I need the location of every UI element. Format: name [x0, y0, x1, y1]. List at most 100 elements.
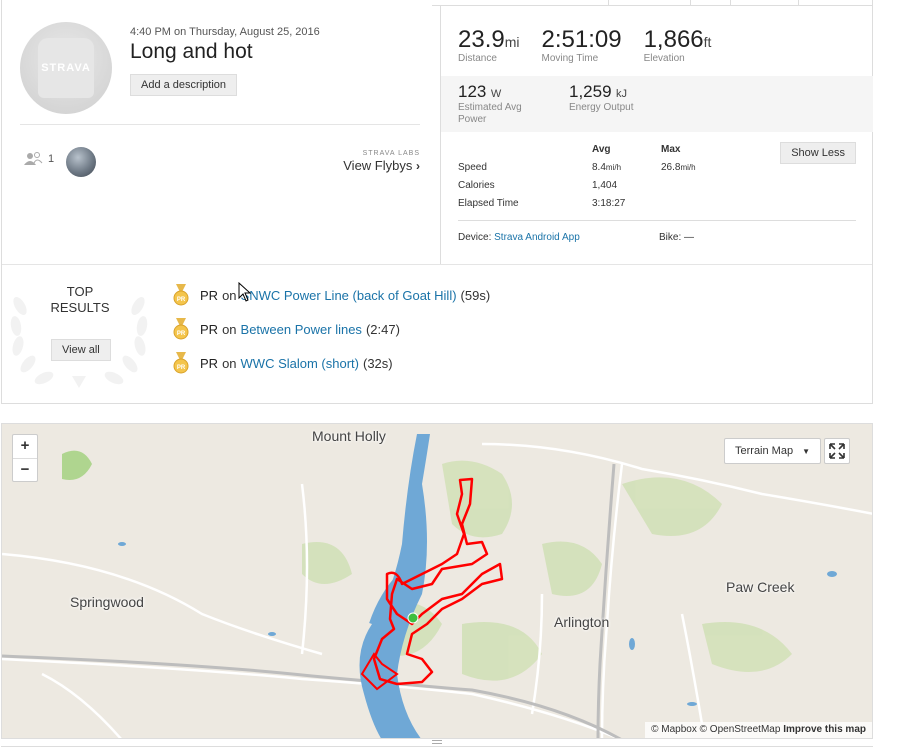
segment-time: (2:47): [365, 321, 400, 337]
row-max-unit: mi/h: [680, 163, 696, 172]
stat-power: 123 W Estimated Avg Power: [458, 82, 522, 126]
on-label: on: [222, 355, 237, 371]
stat-unit: W: [490, 88, 502, 100]
expand-icon: [829, 443, 845, 459]
row-avg: 1,404: [592, 180, 618, 191]
row-avg-unit: mi/h: [605, 163, 622, 172]
row-avg: 8.4: [592, 162, 606, 173]
stat-elevation: 1,866ft Elevation: [644, 26, 712, 64]
route-map[interactable]: Mount Holly Springwood Paw Creek Arlingt…: [1, 423, 873, 739]
place-label: Springwood: [70, 594, 144, 610]
bike-value: —: [684, 232, 695, 243]
place-label: Arlington: [554, 614, 610, 630]
route-start-marker: [407, 612, 419, 624]
stat-label: Elevation: [643, 53, 685, 64]
secondary-stats: 123 W Estimated Avg Power 1,259 kJ Energ…: [441, 76, 873, 132]
labs-label: STRAVA LABS: [362, 150, 420, 157]
divider: [458, 220, 856, 221]
fullscreen-button[interactable]: [824, 438, 850, 464]
stat-label: Power: [458, 114, 487, 125]
on-label: on: [222, 287, 237, 303]
table-row: Elapsed Time 3:18:27: [458, 198, 858, 216]
map-layer-label: Terrain Map: [735, 445, 794, 457]
activity-card: STRAVA 4:40 PM on Thursday, August 25, 2…: [1, 0, 873, 404]
segment-link[interactable]: SNWC Power Line (back of Goat Hill): [241, 288, 457, 303]
table-row: Calories 1,404: [458, 180, 858, 198]
flybys-link[interactable]: STRAVA LABS View Flybys ›: [343, 150, 420, 173]
athlete-avatar[interactable]: STRAVA: [20, 22, 112, 114]
segment-link[interactable]: WWC Slalom (short): [241, 356, 359, 371]
mouse-cursor-icon: [238, 282, 252, 302]
activity-title[interactable]: Long and hot: [130, 40, 253, 64]
pr-label: PR: [200, 355, 219, 371]
stat-unit: mi: [504, 34, 520, 50]
place-label: Mount Holly: [312, 428, 386, 444]
table-row: Speed 8.4mi/h 26.8mi/h: [458, 162, 858, 180]
show-less-button[interactable]: Show Less: [780, 142, 856, 164]
divider: [20, 124, 420, 125]
stat-value: 2:51:09: [541, 26, 622, 53]
add-description-button[interactable]: Add a description: [130, 74, 237, 96]
device-label: Device:: [458, 232, 492, 243]
bike-info: Bike: —: [659, 232, 694, 243]
pr-label: PR: [200, 321, 219, 337]
stat-value: 1,866: [643, 26, 704, 53]
chevron-right-icon: ›: [416, 159, 420, 173]
segment-link[interactable]: Between Power lines: [241, 322, 362, 337]
kudos-avatar[interactable]: [66, 147, 96, 177]
avatar-brand-text: STRAVA: [41, 62, 91, 74]
device-link[interactable]: Strava Android App: [494, 232, 580, 243]
map-resize-handle[interactable]: [432, 740, 442, 744]
pr-medal-icon: PR: [173, 318, 189, 340]
pr-medal-icon: PR: [173, 352, 189, 374]
row-max: 26.8: [661, 162, 681, 173]
stat-energy: 1,259 kJ Energy Output: [569, 82, 633, 114]
list-item: PR PR on WWC Slalom (short) (32s): [172, 352, 393, 374]
row-label: Calories: [458, 180, 495, 191]
on-label: on: [222, 321, 237, 337]
zoom-control: + −: [12, 434, 38, 482]
bike-label: Bike:: [659, 232, 682, 243]
map-attribution: © Mapbox © OpenStreetMap Improve this ma…: [645, 722, 872, 738]
stat-unit: ft: [703, 34, 712, 50]
improve-map-link[interactable]: Improve this map: [783, 724, 866, 735]
activity-datetime: 4:40 PM on Thursday, August 25, 2016: [130, 26, 320, 38]
stat-label: Estimated Avg: [458, 102, 522, 113]
svg-text:PR: PR: [177, 365, 186, 371]
stat-unit: kJ: [616, 88, 627, 100]
kudos-people-icon: [24, 152, 43, 165]
stat-label: Distance: [458, 53, 497, 64]
pr-label: PR: [200, 287, 219, 303]
stat-distance: 23.9mi Distance: [458, 26, 520, 64]
divider: [2, 264, 872, 265]
col-header-max: Max: [661, 144, 681, 155]
svg-text:PR: PR: [177, 297, 186, 303]
map-layer-dropdown[interactable]: Terrain Map ▼: [724, 438, 822, 464]
device-info: Device: Strava Android App: [458, 232, 580, 243]
caret-down-icon: ▼: [802, 447, 811, 456]
segment-time: (59s): [460, 287, 491, 303]
osm-link[interactable]: © OpenStreetMap: [700, 724, 781, 735]
list-item: PR PR on Between Power lines (2:47): [172, 318, 400, 340]
pr-medal-icon: PR: [173, 284, 189, 306]
view-all-button[interactable]: View all: [51, 339, 111, 361]
row-label: Speed: [458, 162, 487, 173]
svg-text:PR: PR: [177, 331, 186, 337]
top-results-title: TOP RESULTS: [32, 284, 128, 316]
place-label: Paw Creek: [726, 579, 795, 595]
kudos-number: 1: [48, 153, 55, 165]
stat-label: Energy Output: [569, 102, 634, 113]
stat-value: 123: [458, 82, 487, 101]
flybys-label[interactable]: View Flybys: [343, 158, 412, 173]
stat-label: Moving Time: [541, 53, 599, 64]
zoom-in-button[interactable]: +: [13, 435, 37, 458]
row-avg: 3:18:27: [592, 198, 626, 209]
kudos-count[interactable]: 1: [24, 152, 54, 166]
segment-time: (32s): [362, 355, 393, 371]
zoom-out-button[interactable]: −: [13, 458, 37, 481]
stat-value: 23.9: [458, 26, 505, 53]
col-header-avg: Avg: [592, 144, 611, 155]
mapbox-link[interactable]: © Mapbox: [651, 724, 697, 735]
divider: [1, 746, 873, 747]
stat-value: 1,259: [569, 82, 612, 101]
